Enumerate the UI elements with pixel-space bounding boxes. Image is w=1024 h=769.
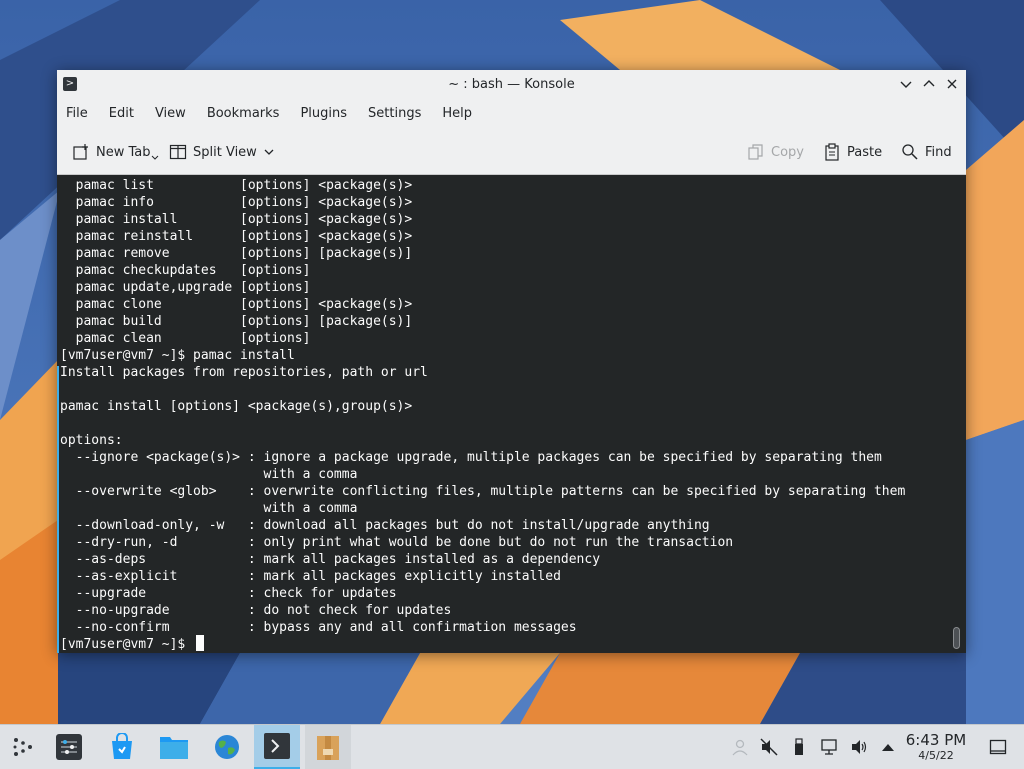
- split-view-label: Split View: [193, 144, 257, 160]
- volume-icon[interactable]: [850, 738, 868, 756]
- application-launcher-button[interactable]: [0, 725, 46, 769]
- new-tab-icon: [73, 144, 88, 160]
- terminal-line: pamac install [options] <package(s),grou…: [60, 399, 413, 414]
- menu-file[interactable]: File: [57, 106, 100, 121]
- terminal-scrollbar[interactable]: [953, 627, 960, 649]
- discover-task[interactable]: [99, 725, 145, 769]
- copy-button[interactable]: Copy: [747, 141, 804, 163]
- discover-store-icon: [112, 733, 132, 759]
- terminal-line: --no-confirm : bypass any and all confir…: [60, 620, 577, 635]
- maximize-chevron-icon[interactable]: [921, 76, 937, 92]
- find-button[interactable]: Find: [901, 141, 952, 163]
- terminal-line: pamac clean [options]: [60, 331, 311, 346]
- dolphin-folder-icon: [160, 737, 188, 759]
- terminal-output: pamac list [options] <package(s)> pamac …: [60, 177, 905, 653]
- terminal-line: --ignore <package(s)> : ignore a package…: [60, 450, 882, 465]
- menu-bar: File Edit View Bookmarks Plugins Setting…: [57, 98, 966, 128]
- konsole-window: > ~ : bash — Konsole File Edit View Book…: [57, 70, 966, 653]
- paste-label: Paste: [847, 144, 883, 160]
- dropdown-arrow-icon: [151, 155, 158, 160]
- archive-package-icon: [317, 736, 339, 760]
- network-wired-icon[interactable]: [820, 738, 838, 756]
- clock-date: 4/5/22: [918, 749, 954, 762]
- new-tab-label: New Tab: [96, 144, 151, 160]
- close-icon[interactable]: [944, 76, 960, 92]
- menu-settings[interactable]: Settings: [359, 106, 433, 121]
- chevron-down-icon: [264, 149, 274, 155]
- terminal-line: pamac list [options] <package(s)>: [60, 178, 413, 193]
- terminal-line: pamac build [options] [package(s)]: [60, 314, 413, 329]
- terminal-line: pamac remove [options] [package(s)]: [60, 246, 413, 261]
- terminal-cursor: [196, 635, 204, 651]
- title-bar[interactable]: > ~ : bash — Konsole: [57, 70, 966, 98]
- terminal-focus-indicator: [57, 366, 59, 653]
- split-view-icon: [169, 144, 187, 160]
- terminal-line: --as-explicit : mark all packages explic…: [60, 569, 561, 584]
- taskbar-panel: 6:43 PM 4/5/22: [0, 724, 1024, 769]
- copy-label: Copy: [771, 144, 804, 160]
- toolbar: New Tab Split View Copy Paste Find: [57, 130, 966, 175]
- find-label: Find: [925, 144, 952, 160]
- expand-tray-arrow-icon[interactable]: [879, 738, 897, 756]
- terminal-line: pamac clone [options] <package(s)>: [60, 297, 413, 312]
- archive-task[interactable]: [305, 725, 351, 769]
- terminal-line: pamac info [options] <package(s)>: [60, 195, 413, 210]
- terminal-line: pamac reinstall [options] <package(s)>: [60, 229, 413, 244]
- paste-icon: [825, 143, 839, 161]
- system-settings-task[interactable]: [46, 725, 92, 769]
- application-launcher-icon: [13, 738, 32, 756]
- terminal-line: --download-only, -w : download all packa…: [60, 518, 710, 533]
- web-browser-globe-icon: [215, 735, 239, 759]
- menu-view[interactable]: View: [146, 106, 198, 121]
- copy-icon: [748, 144, 763, 160]
- show-desktop-icon[interactable]: [989, 738, 1007, 756]
- new-tab-button[interactable]: New Tab: [72, 141, 159, 163]
- terminal-icon[interactable]: >: [63, 77, 77, 91]
- terminal-line: --upgrade : check for updates: [60, 586, 397, 601]
- digital-clock[interactable]: 6:43 PM 4/5/22: [903, 731, 969, 762]
- terminal-line: with a comma: [60, 467, 358, 482]
- menu-bookmarks[interactable]: Bookmarks: [198, 106, 292, 121]
- terminal-line: pamac install [options] <package(s)>: [60, 212, 413, 227]
- window-title: ~ : bash — Konsole: [448, 76, 575, 92]
- clock-time: 6:43 PM: [905, 731, 967, 749]
- audio-muted-icon[interactable]: [760, 738, 778, 756]
- terminal-line: --as-deps : mark all packages installed …: [60, 552, 601, 567]
- paste-button[interactable]: Paste: [823, 141, 882, 163]
- terminal-line: pamac update,upgrade [options]: [60, 280, 311, 295]
- split-view-button[interactable]: Split View: [169, 141, 279, 163]
- removable-device-icon[interactable]: [790, 738, 808, 756]
- system-settings-icon: [56, 734, 82, 760]
- menu-help[interactable]: Help: [433, 106, 484, 121]
- dolphin-task[interactable]: [151, 725, 197, 769]
- terminal-line: options:: [60, 433, 123, 448]
- search-icon: [902, 144, 918, 160]
- terminal-line: [vm7user@vm7 ~]$: [60, 637, 194, 652]
- terminal-line: [vm7user@vm7 ~]$ pamac install: [60, 348, 295, 363]
- terminal-view[interactable]: pamac list [options] <package(s)> pamac …: [57, 175, 966, 653]
- terminal-line: --overwrite <glob> : overwrite conflicti…: [60, 484, 906, 499]
- minimize-chevron-icon[interactable]: [898, 76, 914, 92]
- menu-plugins[interactable]: Plugins: [291, 106, 359, 121]
- terminal-line: --dry-run, -d : only print what would be…: [60, 535, 734, 550]
- konsole-task[interactable]: [254, 725, 300, 769]
- terminal-line: Install packages from repositories, path…: [60, 365, 428, 380]
- terminal-line: with a comma: [60, 501, 358, 516]
- browser-task[interactable]: [204, 725, 250, 769]
- terminal-line: pamac checkupdates [options]: [60, 263, 311, 278]
- terminal-line: --no-upgrade : do not check for updates: [60, 603, 452, 618]
- konsole-terminal-icon: [264, 733, 290, 759]
- user-icon[interactable]: [731, 738, 749, 756]
- menu-edit[interactable]: Edit: [100, 106, 146, 121]
